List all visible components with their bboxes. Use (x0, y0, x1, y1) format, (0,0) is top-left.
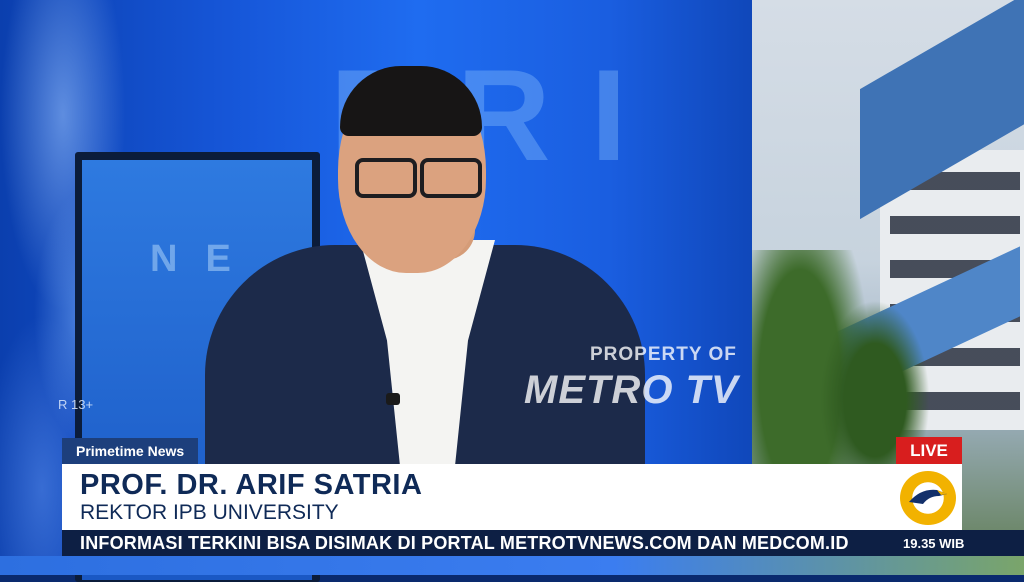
lapel-microphone (386, 393, 400, 405)
broadcast-clock: 19.35 WIB (903, 536, 965, 551)
guest-name: PROF. DR. ARIF SATRIA (80, 469, 423, 501)
live-badge: LIVE (896, 437, 962, 464)
monitor-letters: NE (150, 238, 259, 280)
glasses-left-lens (355, 158, 417, 198)
watermark-property-of: PROPERTY OF (590, 344, 737, 365)
glasses-right-lens (420, 158, 482, 198)
news-ticker-text: INFORMASI TERKINI BISA DISIMAK DI PORTAL… (80, 533, 849, 553)
bottom-strip (0, 556, 1024, 575)
watermark-metrotv-logo: METRO TV (524, 368, 739, 412)
age-rating-badge: R 13+ (58, 397, 94, 412)
metrotv-eagle-icon (909, 489, 947, 504)
program-name-tab: Primetime News (62, 438, 199, 464)
guest-title: REKTOR IPB UNIVERSITY (80, 501, 339, 524)
